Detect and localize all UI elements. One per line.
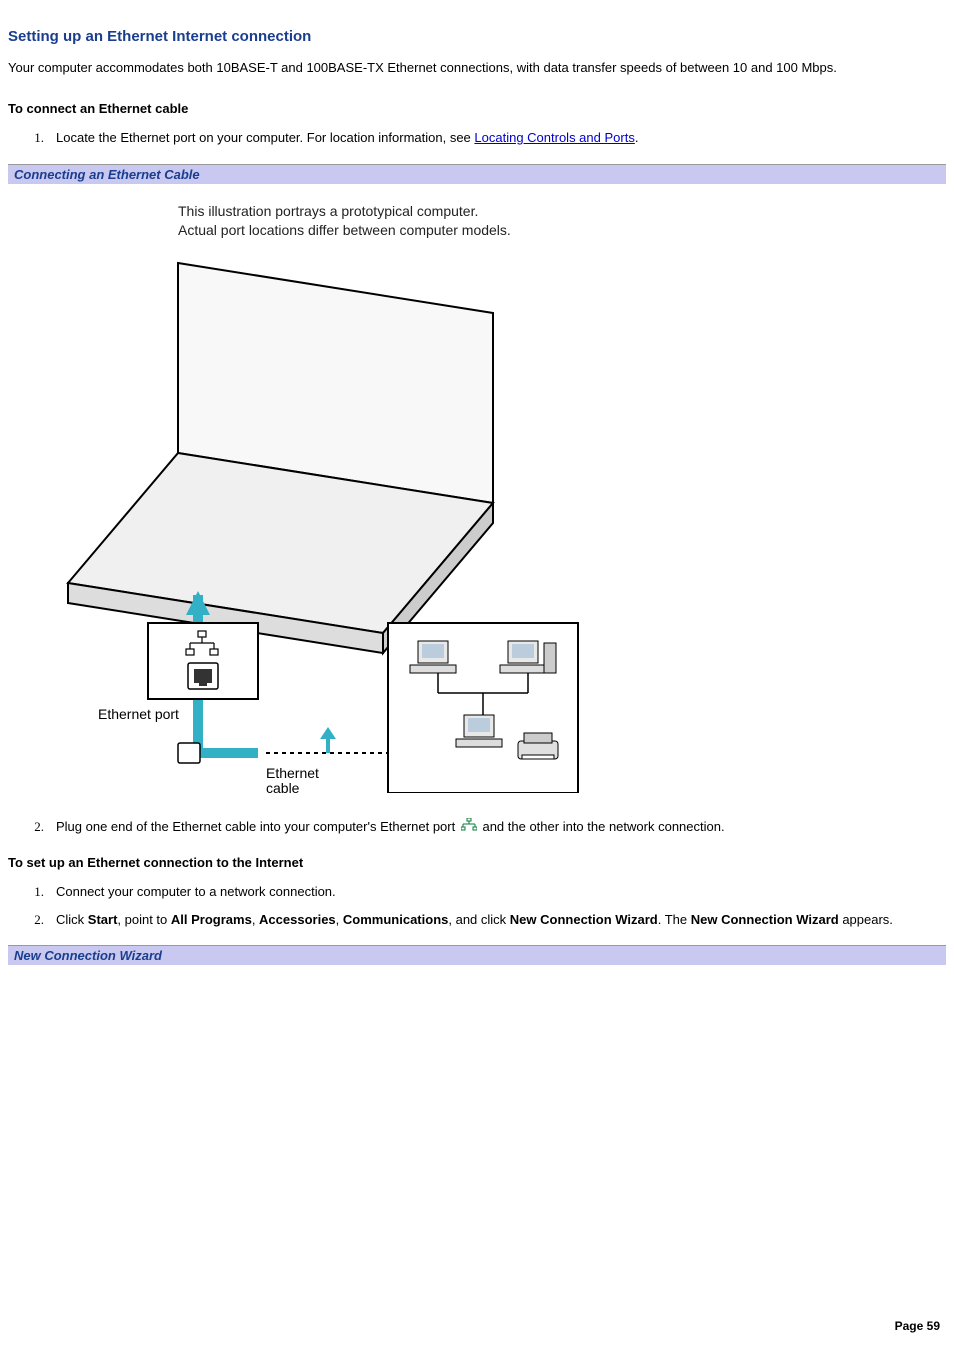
- illustration-caption: This illustration portrays a prototypica…: [178, 202, 946, 241]
- illustration-block: This illustration portrays a prototypica…: [48, 202, 946, 793]
- step-text: Click Start, point to All Programs, Acce…: [56, 910, 946, 930]
- list-item: 1. Connect your computer to a network co…: [8, 882, 946, 902]
- text-fragment: . The: [658, 912, 691, 927]
- step-number: 2.: [8, 817, 44, 837]
- bold-text: Start: [88, 912, 118, 927]
- section-title: Setting up an Ethernet Internet connecti…: [8, 28, 946, 45]
- step-text: Plug one end of the Ethernet cable into …: [56, 817, 946, 837]
- bold-text: New Connection Wizard: [510, 912, 658, 927]
- subheading-connect-cable: To connect an Ethernet cable: [8, 101, 946, 116]
- subheading-setup-connection: To set up an Ethernet connection to the …: [8, 855, 946, 870]
- steps-connect-cable-cont: 2. Plug one end of the Ethernet cable in…: [8, 817, 946, 837]
- list-item: 1. Locate the Ethernet port on your comp…: [8, 128, 946, 148]
- bold-text: Communications: [343, 912, 448, 927]
- step-number: 1.: [8, 882, 44, 902]
- text-fragment: Click: [56, 912, 88, 927]
- caption-line: Actual port locations differ between com…: [178, 221, 946, 241]
- step-number: 2.: [8, 910, 44, 930]
- text-fragment: ,: [252, 912, 259, 927]
- label-ethernet-cable: Ethernet: [266, 765, 319, 781]
- intro-text: Your computer accommodates both 10BASE-T…: [8, 59, 946, 77]
- bold-text: Accessories: [259, 912, 336, 927]
- text-fragment: .: [635, 130, 639, 145]
- text-fragment: and the other into the network connectio…: [482, 819, 724, 834]
- steps-setup-connection: 1. Connect your computer to a network co…: [8, 882, 946, 929]
- steps-connect-cable: 1. Locate the Ethernet port on your comp…: [8, 128, 946, 148]
- link-locating-controls[interactable]: Locating Controls and Ports: [474, 130, 634, 145]
- label-ethernet-port: Ethernet port: [98, 706, 179, 722]
- ethernet-icon: [461, 818, 477, 838]
- text-fragment: ,: [336, 912, 343, 927]
- list-item: 2. Plug one end of the Ethernet cable in…: [8, 817, 946, 837]
- text-fragment: appears.: [839, 912, 893, 927]
- step-text: Locate the Ethernet port on your compute…: [56, 128, 946, 148]
- step-text: Connect your computer to a network conne…: [56, 882, 946, 902]
- text-fragment: , point to: [117, 912, 170, 927]
- text-fragment: Locate the Ethernet port on your compute…: [56, 130, 474, 145]
- caption-line: This illustration portrays a prototypica…: [178, 202, 946, 222]
- page-number: Page 59: [895, 1319, 940, 1333]
- bold-text: All Programs: [171, 912, 252, 927]
- callout-connecting-cable: Connecting an Ethernet Cable: [8, 164, 946, 184]
- bold-text: New Connection Wizard: [691, 912, 839, 927]
- list-item: 2. Click Start, point to All Programs, A…: [8, 910, 946, 930]
- callout-new-connection-wizard: New Connection Wizard: [8, 945, 946, 965]
- ethernet-diagram: Ethernet port Ethernet cable: [48, 253, 588, 793]
- text-fragment: Plug one end of the Ethernet cable into …: [56, 819, 459, 834]
- step-number: 1.: [8, 128, 44, 148]
- text-fragment: , and click: [448, 912, 509, 927]
- svg-text:cable: cable: [266, 780, 300, 793]
